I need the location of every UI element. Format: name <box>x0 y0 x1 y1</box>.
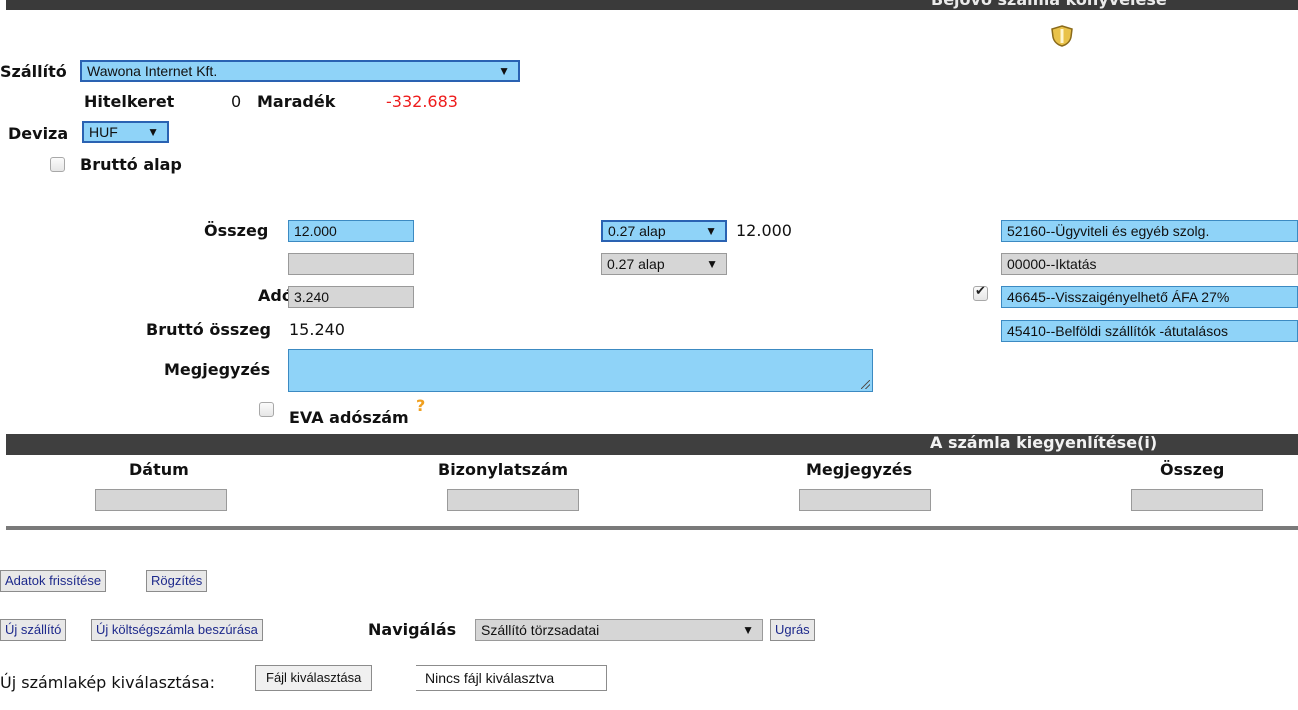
chevron-down-icon: ▼ <box>705 224 717 238</box>
amount2-input[interactable] <box>288 253 414 275</box>
choose-file-button[interactable]: Fájl kiválasztása <box>255 665 373 691</box>
rate1-amount: 12.000 <box>736 221 792 240</box>
file-name-box <box>416 665 607 691</box>
supplier-label: Szállító <box>0 62 67 81</box>
col-date: Dátum <box>129 460 189 479</box>
gross-value: 15.240 <box>289 320 345 339</box>
chevron-down-icon: ▼ <box>147 125 159 139</box>
amount-input[interactable]: 12.000 <box>288 220 414 242</box>
account3-field[interactable]: 46645--Visszaigényelhető ÁFA 27% <box>1001 286 1298 308</box>
credit-limit-label: Hitelkeret <box>84 92 175 111</box>
settle-amount-input[interactable] <box>1131 489 1263 511</box>
gross-base-checkbox[interactable] <box>50 157 65 172</box>
account4-field[interactable]: 45410--Belföldi szállítók -átutalásos <box>1001 320 1298 342</box>
currency-select[interactable]: HUF ▼ <box>82 121 169 143</box>
settle-date-input[interactable] <box>95 489 227 511</box>
rate2-value: 0.27 alap <box>607 256 665 272</box>
col-note: Megjegyzés <box>806 460 913 479</box>
save-button[interactable]: Rögzítés <box>146 570 208 592</box>
remaining-value: -332.683 <box>386 92 458 111</box>
note-textarea[interactable] <box>288 349 873 392</box>
resize-grip-icon[interactable] <box>861 380 870 389</box>
divider <box>6 526 1298 530</box>
chevron-down-icon: ▼ <box>498 64 510 78</box>
chevron-down-icon: ▼ <box>742 623 754 637</box>
supplier-value: Wawona Internet Kft. <box>87 63 218 79</box>
remaining-label: Maradék <box>257 92 336 111</box>
rate1-value: 0.27 alap <box>608 223 666 239</box>
credit-limit-value: 0 <box>231 92 242 111</box>
account2-field[interactable]: 00000--Iktatás <box>1001 253 1298 275</box>
go-button[interactable]: Ugrás <box>770 619 815 641</box>
nav-label: Navigálás <box>368 620 457 639</box>
tax-input[interactable]: 3.240 <box>288 286 414 308</box>
page-title: Bejövő számla könyvelése <box>931 0 1167 9</box>
file-label: Új számlakép kiválasztása: <box>0 673 215 692</box>
rate1-select[interactable]: 0.27 alap ▼ <box>601 220 727 242</box>
header-bar: Bejövő számla könyvelése <box>6 0 1298 10</box>
amount-label: Összeg <box>204 221 269 240</box>
refresh-button[interactable]: Adatok frissítése <box>0 570 107 592</box>
eva-checkbox[interactable] <box>259 402 274 417</box>
nav-select[interactable]: Szállító törzsadatai ▼ <box>475 619 763 641</box>
supplier-select[interactable]: Wawona Internet Kft. ▼ <box>80 60 520 82</box>
rate2-select[interactable]: 0.27 alap ▼ <box>601 253 727 275</box>
currency-label: Deviza <box>8 124 69 143</box>
help-icon[interactable]: ? <box>416 396 425 415</box>
new-supplier-button[interactable]: Új szállító <box>0 619 67 641</box>
shield-icon[interactable] <box>1050 25 1074 47</box>
chevron-down-icon: ▼ <box>706 257 718 271</box>
col-amount: Összeg <box>1160 460 1225 479</box>
settle-document-input[interactable] <box>447 489 579 511</box>
gross-base-label: Bruttó alap <box>80 155 182 174</box>
settle-note-input[interactable] <box>799 489 931 511</box>
account1-field[interactable]: 52160--Ügyviteli és egyéb szolg. <box>1001 220 1298 242</box>
nav-value: Szállító törzsadatai <box>481 622 600 638</box>
settlement-title: A számla kiegyenlítése(i) <box>930 433 1158 452</box>
new-invoice-button[interactable]: Új költségszámla beszúrása <box>91 619 263 641</box>
currency-value: HUF <box>89 124 118 140</box>
gross-label: Bruttó összeg <box>146 320 271 339</box>
note-label: Megjegyzés <box>164 360 271 379</box>
col-document: Bizonylatszám <box>438 460 569 479</box>
eva-label: EVA adószám <box>289 408 409 427</box>
account3-checkbox[interactable] <box>973 284 988 301</box>
